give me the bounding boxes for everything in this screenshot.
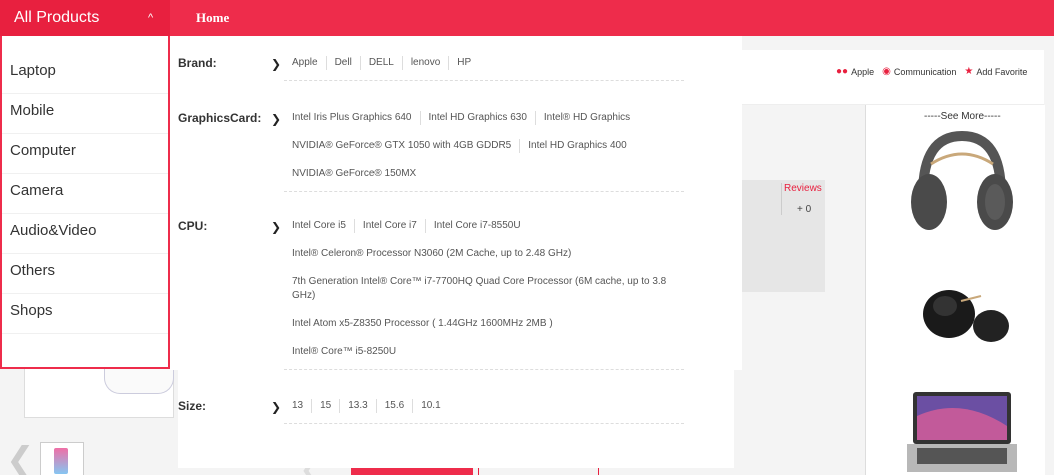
filter-options-brand: Apple Dell DELL lenovo HP <box>284 56 684 81</box>
category-item-computer[interactable]: Computer <box>2 134 168 174</box>
filter-option-line: Apple Dell DELL lenovo HP <box>284 56 684 70</box>
brand-link[interactable]: ●● Apple <box>836 66 874 77</box>
product-actions: ●● Apple ◉ Communication ★ Add Favorite <box>836 66 1027 77</box>
filter-option-cpu[interactable]: Intel Core i5 <box>284 219 354 233</box>
filter-option-line: Intel® Core™ i5-8250U <box>284 345 684 359</box>
filter-option-size[interactable]: 13 <box>284 399 311 413</box>
phone-screen-image <box>54 448 68 474</box>
earbuds-image[interactable] <box>901 256 1023 366</box>
filter-options-size: 13 15 13.3 15.6 10.1 <box>284 399 684 424</box>
filter-option-line: Intel Atom x5-Z8350 Processor ( 1.44GHz … <box>284 317 684 331</box>
chat-icon: ◉ <box>882 66 891 77</box>
chevron-right-icon: ❯ <box>271 112 282 126</box>
filter-option-cpu[interactable]: Intel Core i7 <box>353 219 425 233</box>
category-item-shops[interactable]: Shops <box>2 294 168 334</box>
filter-option-size[interactable]: 10.1 <box>412 399 448 413</box>
home-link[interactable]: Home <box>196 0 229 36</box>
people-icon: ●● <box>836 66 849 77</box>
caret-up-icon: ^ <box>148 12 154 24</box>
chevron-right-icon: ❯ <box>271 57 282 71</box>
category-item-laptop[interactable]: Laptop <box>2 54 168 94</box>
filter-label-size: Size: <box>178 399 207 413</box>
gallery-thumbnail[interactable] <box>40 442 84 475</box>
filter-option-line: Intel® Celeron® Processor N3060 (2M Cach… <box>284 247 684 261</box>
filter-option-cpu[interactable]: 7th Generation Intel® Core™ i7-7700HQ Qu… <box>284 275 684 303</box>
filter-option-graphics[interactable]: NVIDIA® GeForce® 150MX <box>284 167 424 181</box>
communication-link[interactable]: ◉ Communication <box>882 66 956 77</box>
see-more-link[interactable]: -----See More----- <box>924 111 1001 122</box>
reviews-count: + 0 <box>797 204 812 215</box>
category-item-audio-video[interactable]: Audio&Video <box>2 214 168 254</box>
star-icon: ★ <box>964 66 974 77</box>
filter-options-cpu: Intel Core i5 Intel Core i7 Intel Core i7-… <box>284 219 684 370</box>
reviews-box: Reviews + 0 <box>741 180 825 292</box>
filter-option-cpu[interactable]: Intel Core i7-8550U <box>424 219 529 233</box>
filter-option-line: Intel Core i5 Intel Core i7 Intel Core i7-… <box>284 219 684 233</box>
filter-option-line: NVIDIA® GeForce® 150MX <box>284 167 684 181</box>
filter-option-graphics[interactable]: Intel HD Graphics 630 <box>419 111 535 125</box>
add-favorite-label: Add Favorite <box>976 66 1028 77</box>
brand-link-label: Apple <box>851 66 875 77</box>
filter-option-graphics[interactable]: Intel Iris Plus Graphics 640 <box>284 111 420 125</box>
filter-label-brand: Brand: <box>178 56 217 70</box>
filter-option-graphics[interactable]: Intel® HD Graphics <box>534 111 638 125</box>
headphones-image[interactable] <box>901 124 1023 242</box>
filter-option-brand[interactable]: HP <box>448 56 479 70</box>
filter-option-brand[interactable]: Apple <box>284 56 326 70</box>
category-item-mobile[interactable]: Mobile <box>2 94 168 134</box>
filter-option-graphics[interactable]: Intel HD Graphics 400 <box>519 139 634 153</box>
filter-option-line: Intel Iris Plus Graphics 640 Intel HD Gra… <box>284 111 684 125</box>
filter-option-line: NVIDIA® GeForce® GTX 1050 with 4GB GDDR5… <box>284 139 684 153</box>
product-image-partial <box>104 368 174 394</box>
chevron-left-icon[interactable]: ❮ <box>6 440 35 475</box>
chevron-right-icon: ❯ <box>271 400 282 414</box>
filter-option-brand[interactable]: DELL <box>359 56 402 70</box>
filter-option-cpu[interactable]: Intel® Core™ i5-8250U <box>284 345 404 359</box>
filter-label-graphics: GraphicsCard: <box>178 111 262 125</box>
reviews-tab[interactable]: Reviews <box>784 183 822 194</box>
category-item-others[interactable]: Others <box>2 254 168 294</box>
filter-option-cpu[interactable]: Intel Atom x5-Z8350 Processor ( 1.44GHz … <box>284 317 561 331</box>
laptop-image[interactable] <box>901 386 1023 475</box>
filter-option-graphics[interactable]: NVIDIA® GeForce® GTX 1050 with 4GB GDDR5 <box>284 139 519 153</box>
all-products-label: All Products <box>14 9 100 26</box>
filter-option-line: 7th Generation Intel® Core™ i7-7700HQ Qu… <box>284 275 684 303</box>
filter-option-size[interactable]: 15.6 <box>375 399 412 413</box>
category-menu: Laptop Mobile Computer Camera Audio&Vide… <box>0 36 170 369</box>
filter-option-brand[interactable]: lenovo <box>401 56 448 70</box>
all-products-button[interactable]: All Products ^ <box>0 0 170 36</box>
filter-option-line: 13 15 13.3 15.6 10.1 <box>284 399 684 413</box>
filter-label-cpu: CPU: <box>178 219 208 233</box>
filter-options-graphics: Intel Iris Plus Graphics 640 Intel HD Gra… <box>284 111 684 192</box>
filter-option-brand[interactable]: Dell <box>325 56 360 70</box>
chevron-right-icon: ❯ <box>271 220 282 234</box>
add-favorite-link[interactable]: ★ Add Favorite <box>964 66 1027 77</box>
filter-option-cpu[interactable]: Intel® Celeron® Processor N3060 (2M Cach… <box>284 247 579 261</box>
category-item-camera[interactable]: Camera <box>2 174 168 214</box>
filter-option-size[interactable]: 13.3 <box>339 399 375 413</box>
communication-link-label: Communication <box>893 66 957 77</box>
filter-option-size[interactable]: 15 <box>311 399 339 413</box>
